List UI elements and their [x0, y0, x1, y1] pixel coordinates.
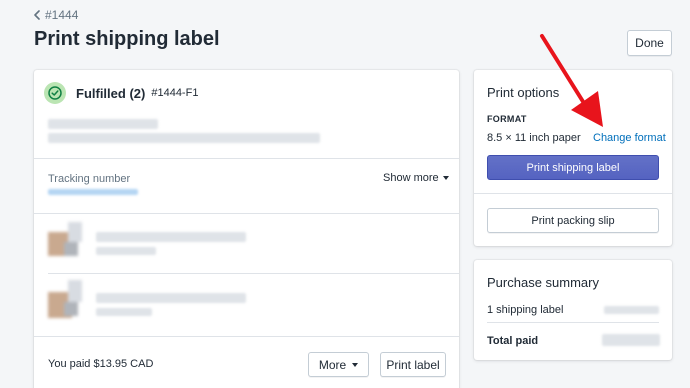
- more-actions-button[interactable]: More: [308, 352, 369, 377]
- format-label: FORMAT: [487, 114, 527, 124]
- breadcrumb[interactable]: #1444: [33, 8, 78, 22]
- amount-paid-text: You paid $13.95 CAD: [48, 358, 154, 370]
- show-more-label: Show more: [383, 172, 439, 184]
- print-label-button[interactable]: Print label: [380, 352, 446, 377]
- more-label: More: [318, 357, 347, 372]
- change-format-link[interactable]: Change format: [593, 132, 666, 144]
- caret-down-icon: [352, 362, 359, 367]
- divider: [474, 193, 672, 194]
- redacted-shipping-cost: [604, 306, 659, 314]
- fulfillment-status-title: Fulfilled (2): [76, 85, 146, 101]
- redacted-address-line-2: [48, 133, 320, 143]
- caret-down-icon: [442, 176, 449, 180]
- show-more-button[interactable]: Show more: [383, 172, 449, 184]
- total-paid-label: Total paid: [487, 335, 539, 347]
- redacted-item-detail: [96, 308, 152, 316]
- shipping-label-count: 1 shipping label: [487, 304, 564, 316]
- tracking-number-label: Tracking number: [48, 173, 131, 185]
- redacted-item-title: [96, 293, 246, 303]
- redacted-total-amount: [602, 334, 660, 346]
- purchase-summary-title: Purchase summary: [487, 275, 599, 290]
- divider: [34, 158, 459, 159]
- purchase-summary-card: Purchase summary 1 shipping label Total …: [474, 260, 672, 360]
- format-value: 8.5 × 11 inch paper: [487, 132, 581, 144]
- divider: [34, 213, 459, 214]
- fulfillment-header: Fulfilled (2) #1444-F1: [44, 82, 198, 104]
- divider: [48, 273, 459, 274]
- redacted-tracking-number[interactable]: [48, 189, 138, 195]
- print-packing-slip-button[interactable]: Print packing slip: [487, 208, 659, 233]
- print-shipping-label-button[interactable]: Print shipping label: [487, 155, 659, 180]
- divider: [487, 322, 659, 323]
- redacted-item-detail: [96, 247, 156, 255]
- product-thumbnail: [48, 280, 82, 320]
- done-button[interactable]: Done: [627, 30, 672, 56]
- breadcrumb-order-link[interactable]: #1444: [45, 8, 78, 22]
- redacted-item-title: [96, 232, 246, 242]
- print-options-card: Print options FORMAT 8.5 × 11 inch paper…: [474, 70, 672, 246]
- page-title: Print shipping label: [34, 28, 220, 50]
- redacted-address-line-1: [48, 119, 158, 129]
- fulfilled-check-icon: [44, 82, 66, 104]
- product-thumbnail: [48, 222, 82, 260]
- divider: [34, 336, 459, 337]
- chevron-left-icon: [33, 10, 41, 20]
- print-options-title: Print options: [487, 85, 560, 100]
- fulfillment-card: Fulfilled (2) #1444-F1 Tracking number S…: [34, 70, 459, 388]
- fulfillment-id: #1444-F1: [151, 87, 199, 99]
